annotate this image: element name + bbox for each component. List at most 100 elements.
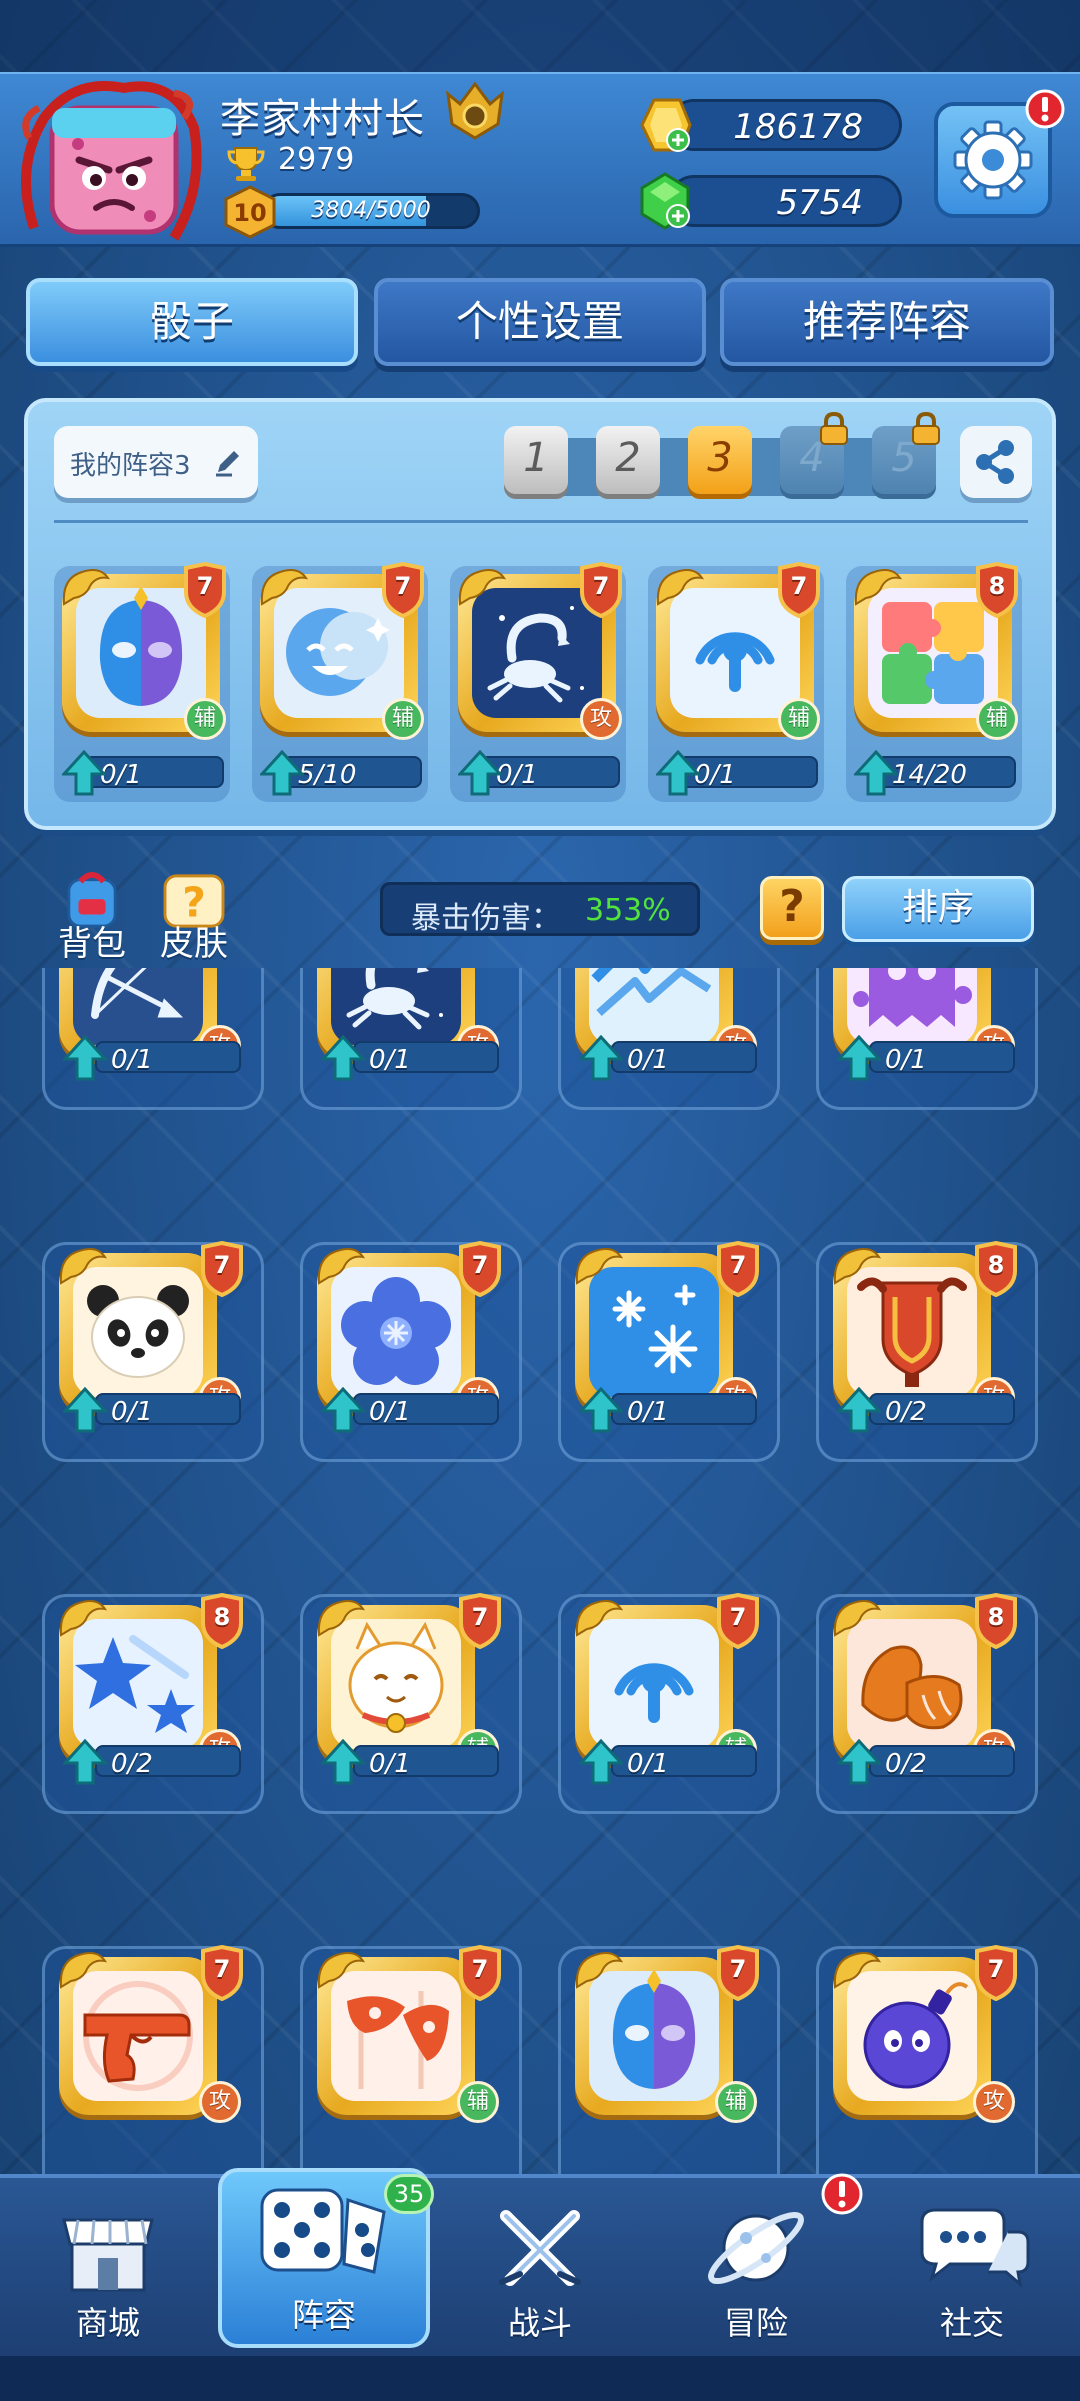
crossed-swords-icon: [499, 2210, 581, 2286]
dice-card[interactable]: 攻0/1: [300, 968, 522, 1110]
dice-card[interactable]: 7攻: [42, 1944, 264, 2174]
dice-level: 7: [987, 1955, 1005, 1983]
share-icon: [976, 440, 1014, 484]
dragon-ornament-icon: [260, 569, 309, 606]
nav-adventure[interactable]: 冒险: [676, 2192, 836, 2352]
backpack-label: 背包: [58, 924, 126, 964]
tab-dice[interactable]: 骰子: [26, 278, 358, 366]
deck-name-button[interactable]: 我的阵容3: [54, 426, 258, 498]
crit-damage-label: 暴击伤害：: [411, 901, 561, 936]
dice-card[interactable]: 7攻0/1: [300, 1240, 522, 1462]
dice-level-badge: 7: [197, 1240, 247, 1298]
dice-card[interactable]: 7辅0/1: [558, 1592, 780, 1814]
dice-count-badge: 35: [384, 2174, 434, 2214]
level-badge: 10: [224, 185, 276, 239]
dice-level: 7: [729, 1955, 747, 1983]
deck-slot-1[interactable]: 1: [504, 426, 568, 494]
dice-level-badge: 7: [197, 1944, 247, 2002]
dice-level-badge: 7: [455, 1592, 505, 1650]
sort-button[interactable]: 排序: [842, 876, 1034, 942]
dice-level-badge: 7: [576, 561, 626, 619]
nav-social[interactable]: 社交: [892, 2192, 1052, 2352]
dragon-ornament-icon: [458, 569, 507, 606]
upgrade-arrow-icon: [321, 1387, 365, 1433]
dice-card[interactable]: 攻0/1: [42, 968, 264, 1110]
deck-dice-card[interactable]: 7 辅 5/10: [252, 561, 428, 802]
gem-amount: 5754: [776, 183, 863, 223]
dice-card[interactable]: 攻0/1: [816, 968, 1038, 1110]
dice-role-badge: 辅: [184, 698, 226, 740]
gold-coin-icon[interactable]: [634, 94, 696, 156]
dice-card[interactable]: 7辅: [558, 1944, 780, 2174]
lightning-icon: [589, 968, 719, 1045]
gold-amount: 186178: [733, 107, 863, 147]
dice-role-badge: 辅: [976, 698, 1018, 740]
help-button[interactable]: ?: [760, 876, 824, 940]
dice-level-badge: 8: [197, 1592, 247, 1650]
dice-progress-text: 14/20: [892, 760, 967, 790]
shop-icon: [62, 2218, 154, 2292]
adventure-alert-icon: [821, 2173, 863, 2215]
dice-level: 7: [790, 572, 808, 600]
deck-dice-card[interactable]: 7 攻 0/1: [450, 561, 626, 802]
dice-card[interactable]: 7辅0/1: [300, 1592, 522, 1814]
tab-personalization[interactable]: 个性设置: [374, 278, 706, 366]
dice-upgrade-progress: 0/1: [95, 1041, 241, 1075]
dragon-ornament-icon: [575, 1952, 624, 1989]
player-avatar[interactable]: [14, 78, 204, 248]
dice-progress-text: 0/1: [627, 1045, 669, 1075]
dice-card[interactable]: 攻0/1: [558, 968, 780, 1110]
dragon-ornament-icon: [575, 1600, 624, 1637]
dragon-ornament-icon: [62, 569, 111, 606]
tab-recommended-deck[interactable]: 推荐阵容: [720, 278, 1054, 366]
upgrade-arrow-icon: [458, 750, 502, 796]
dice-card[interactable]: 7攻0/1: [42, 1240, 264, 1462]
share-button[interactable]: [960, 426, 1032, 498]
lock-icon: [820, 412, 848, 445]
dragon-ornament-icon: [317, 1600, 366, 1637]
nav-shop-label: 商城: [75, 2304, 140, 2342]
dice-card[interactable]: 7辅: [300, 1944, 522, 2174]
dice-progress-text: 0/1: [369, 1397, 411, 1427]
dice-card[interactable]: 7攻: [816, 1944, 1038, 2174]
upgrade-arrow-icon: [63, 1035, 107, 1081]
rank-crest-icon[interactable]: [442, 80, 508, 142]
green-gem-icon[interactable]: [634, 170, 696, 232]
dice-card[interactable]: 8攻0/2: [816, 1240, 1038, 1462]
dragon-ornament-icon: [317, 1248, 366, 1285]
dice-level-badge: 7: [455, 1240, 505, 1298]
dice-card[interactable]: 8攻0/2: [816, 1592, 1038, 1814]
gem-balance[interactable]: 5754: [668, 175, 902, 227]
dice-upgrade-progress: 0/1: [353, 1745, 499, 1779]
deck-slot-2[interactable]: 2: [596, 426, 660, 494]
deck-dice-card[interactable]: 8 辅 14/20: [846, 561, 1022, 802]
dice-level-badge: 7: [774, 561, 824, 619]
dice-level: 8: [987, 1603, 1005, 1631]
upgrade-arrow-icon: [656, 750, 700, 796]
nav-deck[interactable]: 阵容: [244, 2178, 404, 2338]
dragon-ornament-icon: [833, 1600, 882, 1637]
nav-social-label: 社交: [939, 2304, 1004, 2342]
dice-progress-text: 0/1: [111, 1397, 153, 1427]
deck-dice-card[interactable]: 7 辅 0/1: [648, 561, 824, 802]
dice-progress-text: 0/1: [885, 1045, 927, 1075]
nav-battle[interactable]: 战斗: [460, 2192, 620, 2352]
nav-shop[interactable]: 商城: [28, 2192, 188, 2352]
dice-level-badge: 7: [180, 561, 230, 619]
dragon-ornament-icon: [59, 1952, 108, 1989]
dice-frame: [575, 1952, 733, 2115]
upgrade-arrow-icon: [63, 1739, 107, 1785]
dice-progress-text: 0/1: [627, 1749, 669, 1779]
gold-balance[interactable]: 186178: [668, 99, 902, 151]
backpack-button[interactable]: 背包: [52, 872, 132, 964]
planet-icon: [708, 2211, 804, 2285]
dice-card[interactable]: 7攻0/1: [558, 1240, 780, 1462]
deck-dice-card[interactable]: 7 辅 0/1: [54, 561, 230, 802]
pencil-icon: [216, 451, 239, 477]
skin-button[interactable]: ? 皮肤: [154, 872, 234, 964]
dice-card[interactable]: 8攻0/2: [42, 1592, 264, 1814]
deck-slot-3[interactable]: 3: [688, 426, 752, 494]
dice-progress-text: 0/1: [100, 760, 142, 790]
upgrade-arrow-icon: [62, 750, 106, 796]
dice-upgrade-progress: 0/2: [95, 1745, 241, 1779]
